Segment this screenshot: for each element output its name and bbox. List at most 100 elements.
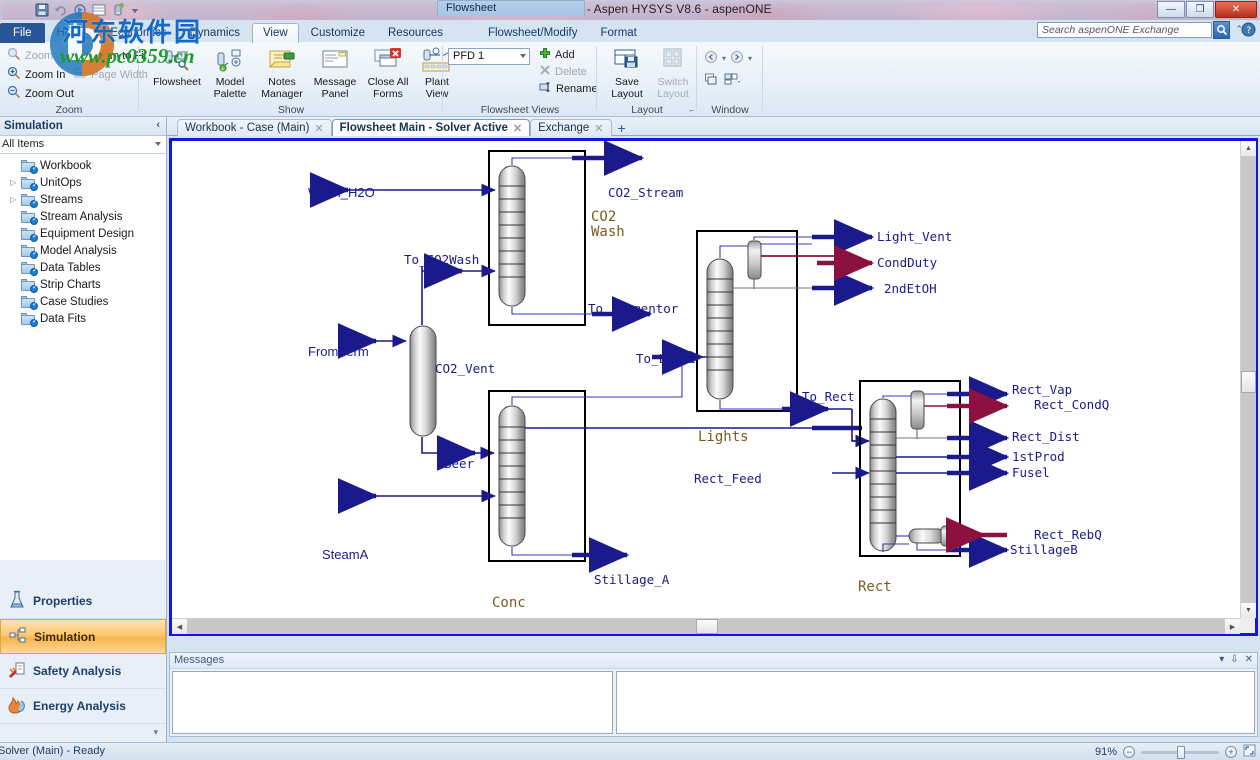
nav-more-icon[interactable]: ▾ bbox=[153, 727, 158, 738]
close-icon[interactable]: ✕ bbox=[1245, 654, 1253, 665]
zoom-slider[interactable] bbox=[1141, 746, 1219, 759]
message-panel-button[interactable]: Message Panel bbox=[306, 45, 364, 100]
tree-item-case-studies[interactable]: Case Studies bbox=[0, 293, 166, 310]
undo-icon[interactable] bbox=[53, 2, 69, 18]
nav-item-energy-analysis[interactable]: Energy Analysis bbox=[0, 689, 166, 724]
nav-item-properties[interactable]: Properties bbox=[0, 584, 166, 619]
ribbon-tab-view[interactable]: View bbox=[251, 23, 299, 43]
nav-item-simulation[interactable]: Simulation bbox=[0, 619, 166, 654]
simulation-tree[interactable]: Workbook ▷ UnitOps ▷ Streams Stream Analys… bbox=[0, 154, 166, 560]
zoom-in-button[interactable]: Zoom In bbox=[4, 65, 77, 84]
zoom-out-button[interactable]: − bbox=[1123, 746, 1135, 758]
flowsheet-button[interactable]: Flowsheet bbox=[148, 45, 206, 89]
stream-label-stillage-a: Stillage_A bbox=[594, 572, 670, 587]
redo-icon[interactable] bbox=[72, 2, 88, 18]
workspace-tab-strip[interactable]: Workbook - Case (Main) ✕ Flowsheet Main … bbox=[167, 117, 1260, 136]
tree-item-strip-charts[interactable]: Strip Charts bbox=[0, 276, 166, 293]
messages-list-left[interactable] bbox=[172, 671, 613, 734]
pfd-vertical-scroll-thumb[interactable] bbox=[1241, 371, 1256, 393]
search-input[interactable]: Search aspenONE Exchange bbox=[1037, 22, 1212, 38]
pfd-vertical-scrollbar[interactable]: ▲ ▼ bbox=[1240, 141, 1256, 618]
ribbon-tab-customize[interactable]: Customize bbox=[300, 23, 376, 43]
tree-item-equipment-design[interactable]: Equipment Design bbox=[0, 225, 166, 242]
ribbon-tab-economics[interactable]: Economics bbox=[99, 23, 177, 43]
forward-nav-dropdown-icon[interactable]: ▾ bbox=[748, 54, 752, 63]
layout-dialog-launcher[interactable]: ⌐ bbox=[689, 106, 694, 115]
zoom-button[interactable]: Zoom bbox=[4, 46, 77, 65]
help-icon[interactable]: ? bbox=[1241, 22, 1256, 40]
tree-item-workbook[interactable]: Workbook bbox=[0, 157, 166, 174]
workspace-tab-flowsheet-main[interactable]: Flowsheet Main - Solver Active ✕ bbox=[331, 119, 531, 136]
back-nav-icon[interactable] bbox=[704, 50, 718, 67]
stream-label-to-fermentor: To_Fermentor bbox=[588, 301, 679, 316]
tile-windows-icon[interactable] bbox=[724, 72, 740, 89]
zoom-controls[interactable]: 91% − + bbox=[1091, 744, 1256, 760]
all-items-filter[interactable]: All Items bbox=[0, 136, 166, 154]
scroll-down-arrow[interactable]: ▼ bbox=[1241, 603, 1256, 618]
tree-item-data-fits[interactable]: Data Fits bbox=[0, 310, 166, 327]
tree-item-model-analysis[interactable]: Model Analysis bbox=[0, 242, 166, 259]
ribbon-group-zoom-label: Zoom bbox=[55, 104, 83, 116]
messages-list-right[interactable] bbox=[616, 671, 1255, 734]
ribbon-tab-resources[interactable]: Resources bbox=[377, 23, 454, 43]
fit-page-icon[interactable] bbox=[1243, 744, 1256, 760]
workspace-tab-workbook[interactable]: Workbook - Case (Main) ✕ bbox=[177, 119, 332, 136]
zoom-in-button[interactable]: + bbox=[1225, 746, 1237, 758]
expand-icon[interactable]: ▷ bbox=[10, 178, 21, 187]
notes-manager-button[interactable]: Notes Manager bbox=[253, 45, 311, 100]
pfd-canvas[interactable]: Wash_H2O CO2_Stream To_CO2Wash To_Fermen… bbox=[172, 141, 1240, 618]
tree-item-data-tables[interactable]: Data Tables bbox=[0, 259, 166, 276]
pin-icon[interactable]: ⇩ bbox=[1230, 654, 1238, 665]
quick-access-toolbar[interactable] bbox=[34, 2, 145, 18]
pfd-horizontal-scroll-thumb[interactable] bbox=[696, 619, 718, 634]
maximize-button[interactable]: ❐ bbox=[1186, 1, 1214, 18]
close-icon[interactable]: ✕ bbox=[513, 122, 522, 135]
ribbon-tab-flowsheet-modify[interactable]: Flowsheet/Modify bbox=[477, 23, 588, 43]
zoom-out-button[interactable]: Zoom Out bbox=[4, 84, 77, 103]
model-palette-button[interactable]: + Model Palette bbox=[201, 45, 259, 100]
pfd-canvas-frame: Wash_H2O CO2_Stream To_CO2Wash To_Fermen… bbox=[169, 138, 1258, 636]
minimize-button[interactable]: — bbox=[1157, 1, 1185, 18]
ribbon-tab-home[interactable]: Home bbox=[46, 23, 99, 43]
chevron-down-icon[interactable]: ▾ bbox=[1219, 654, 1224, 665]
ribbon-tab-dynamics[interactable]: Dynamics bbox=[178, 23, 250, 43]
cascade-icon[interactable] bbox=[704, 72, 718, 89]
close-button[interactable]: ✕ bbox=[1215, 1, 1257, 18]
scroll-up-arrow[interactable]: ▲ bbox=[1241, 141, 1256, 156]
scroll-right-arrow[interactable]: ▶ bbox=[1225, 619, 1240, 634]
switch-layout-label2: Layout bbox=[657, 87, 689, 100]
switch-layout-button[interactable]: Switch Layout bbox=[644, 45, 702, 100]
zoom-slider-thumb[interactable] bbox=[1177, 746, 1185, 759]
collapse-panel-icon[interactable]: ‹ bbox=[156, 119, 160, 131]
tree-item-unitops[interactable]: ▷ UnitOps bbox=[0, 174, 166, 191]
environment-nav-list[interactable]: Properties Simulation Safety Analysis En… bbox=[0, 584, 166, 737]
rename-view-button[interactable]: Rename bbox=[536, 80, 601, 97]
qat-dropdown-icon[interactable] bbox=[129, 2, 145, 18]
pfd-select[interactable]: PFD 1 bbox=[448, 48, 530, 65]
close-icon[interactable]: ✕ bbox=[594, 122, 603, 135]
tree-item-streams[interactable]: ▷ Streams bbox=[0, 191, 166, 208]
save-icon[interactable] bbox=[34, 2, 50, 18]
scroll-left-arrow[interactable]: ◀ bbox=[172, 619, 187, 634]
window-controls[interactable]: — ❐ ✕ bbox=[1157, 1, 1257, 18]
add-tab-button[interactable]: + bbox=[612, 119, 632, 136]
pfd-horizontal-scrollbar[interactable]: ◀ ▶ bbox=[172, 618, 1240, 634]
ribbon-tab-file[interactable]: File bbox=[0, 23, 45, 43]
tree-item-stream-analysis[interactable]: Stream Analysis bbox=[0, 208, 166, 225]
back-nav-dropdown-icon[interactable]: ▾ bbox=[722, 54, 726, 63]
add-view-button[interactable]: Add bbox=[536, 46, 601, 63]
forward-nav-icon[interactable] bbox=[730, 50, 744, 67]
nav-item-safety-analysis[interactable]: Safety Analysis bbox=[0, 654, 166, 689]
zoom-fit-icon bbox=[73, 47, 87, 64]
workspace-tab-exchange[interactable]: Exchange ✕ bbox=[530, 119, 612, 136]
workbook-icon[interactable] bbox=[91, 2, 107, 18]
scrollbar-corner bbox=[1240, 618, 1255, 633]
expand-icon[interactable]: ▷ bbox=[10, 195, 21, 204]
ribbon-group-show-label: Show bbox=[277, 104, 305, 116]
column-icon[interactable] bbox=[110, 2, 126, 18]
close-icon[interactable]: ✕ bbox=[314, 122, 323, 135]
flowsheet-diagram[interactable]: Wash_H2O CO2_Stream To_CO2Wash To_Fermen… bbox=[172, 141, 1240, 618]
search-icon[interactable] bbox=[1213, 21, 1230, 39]
ribbon-tab-format[interactable]: Format bbox=[589, 23, 647, 43]
delete-view-button[interactable]: Delete bbox=[536, 63, 601, 80]
